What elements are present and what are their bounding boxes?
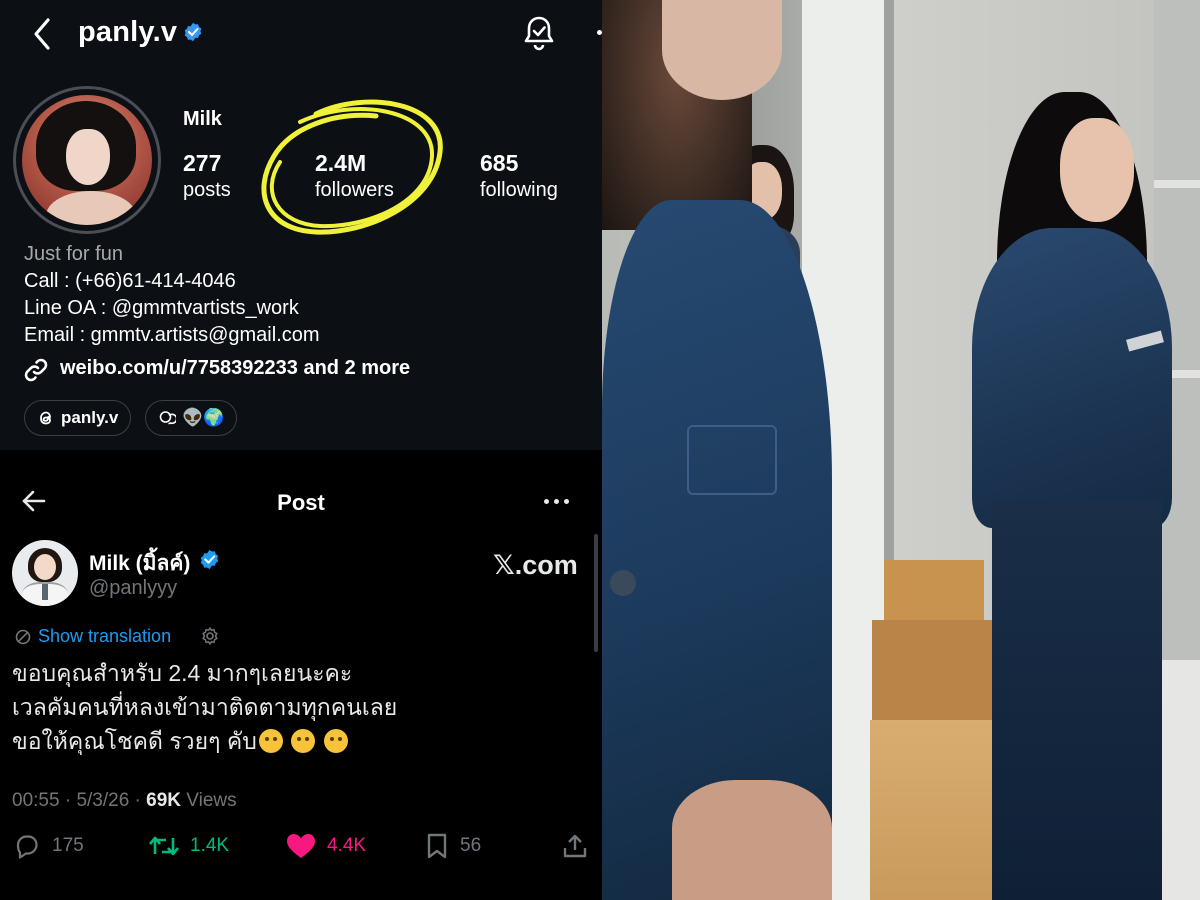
like-button[interactable]: 4.4K: [285, 832, 366, 860]
share-icon: [563, 834, 587, 858]
bio-category: Just for fun: [24, 243, 123, 265]
verified-badge-icon: [200, 549, 219, 570]
shushing-face-emoji: [291, 729, 316, 753]
link-icon: [24, 358, 48, 382]
translate-icon: [15, 629, 31, 645]
reply-count: 175: [52, 835, 84, 856]
author-handle[interactable]: @panlyyy: [89, 577, 177, 600]
instagram-profile: panly.v Milk 277 posts 2.4M followers 68…: [0, 0, 602, 450]
grinning-squinting-face-emoji: [323, 729, 348, 753]
threads-chip-label: panly.v: [61, 408, 119, 427]
gear-icon[interactable]: [200, 626, 220, 646]
highlight-circle-annotation: [261, 99, 443, 235]
heart-icon: [287, 834, 315, 858]
bookmark-button[interactable]: 56: [424, 832, 481, 860]
post-time: 00:55: [12, 790, 60, 811]
author-name[interactable]: Milk (มิ้ลค์): [89, 547, 190, 580]
threads-icon: [40, 411, 51, 425]
post-text-line-3: ขอให้คุณโชคดี รวยๆ คับ: [12, 724, 348, 760]
bio-phone: Call : (+66)61-414-4046: [24, 270, 236, 292]
winking-face-emoji: [258, 729, 283, 753]
posts-label[interactable]: posts: [183, 179, 231, 202]
threads-chip[interactable]: panly.v: [24, 400, 132, 436]
reply-button[interactable]: 175: [12, 832, 84, 860]
post-text-line-1: ขอบคุณสำหรับ 2.4 มากๆเลยนะคะ: [12, 660, 353, 686]
verified-badge-icon: [184, 22, 202, 42]
reply-icon: [16, 835, 38, 859]
scrollbar[interactable]: [594, 534, 598, 652]
channel-chip-emoji: 👽🌍: [182, 408, 225, 427]
x-brand-watermark: 𝕏.com: [493, 550, 578, 580]
x-post-view: Post Milk (มิ้ลค์) @panlyyy 𝕏.com Show t…: [0, 452, 602, 900]
post-text-line-2: เวลคัมคนที่หลงเข้ามาติดตามทุกคนเลย: [12, 694, 398, 720]
bio-link[interactable]: weibo.com/u/7758392233 and 2 more: [60, 357, 410, 380]
avatar[interactable]: [22, 95, 152, 225]
avatar[interactable]: [12, 540, 78, 606]
bookmark-icon: [427, 833, 447, 859]
posts-count[interactable]: 277: [183, 150, 221, 177]
views-label: Views: [186, 790, 237, 811]
bookmark-count: 56: [460, 835, 482, 856]
page-title: Post: [277, 490, 325, 515]
more-options-icon[interactable]: [544, 499, 569, 504]
repost-button[interactable]: 1.4K: [148, 832, 229, 860]
bio-email: Email : gmmtv.artists@gmail.com: [24, 324, 320, 346]
post-text-line-3-text: ขอให้คุณโชคดี รวยๆ คับ: [12, 728, 257, 754]
notification-bell-icon[interactable]: [521, 14, 557, 52]
profile-username: panly.v: [78, 16, 178, 48]
show-translation-link[interactable]: Show translation: [38, 626, 171, 647]
back-arrow-icon[interactable]: [28, 14, 58, 54]
following-label[interactable]: following: [480, 179, 558, 202]
following-count[interactable]: 685: [480, 150, 518, 177]
repost-count: 1.4K: [190, 835, 230, 856]
views-count[interactable]: 69K: [146, 790, 181, 811]
chat-bubbles-icon: [159, 411, 176, 425]
left-panel: panly.v Milk 277 posts 2.4M followers 68…: [0, 0, 602, 900]
photo-panel: [602, 0, 1200, 900]
display-name: Milk: [183, 108, 222, 130]
bio-line-oa: Line OA : @gmmtvartists_work: [24, 297, 299, 319]
post-date: 5/3/26: [76, 790, 130, 811]
share-button[interactable]: [561, 832, 589, 860]
post-metadata: 00:55 · 5/3/26 · 69K Views: [12, 790, 237, 811]
repost-icon: [149, 836, 179, 856]
like-count: 4.4K: [327, 835, 367, 856]
channel-chip[interactable]: 👽🌍: [145, 400, 238, 436]
